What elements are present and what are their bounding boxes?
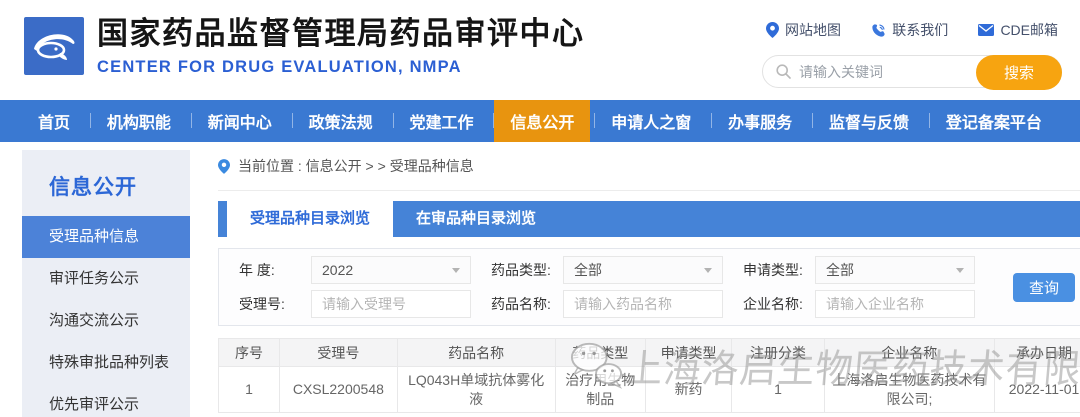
drug-type-select-value: 全部 <box>574 260 602 280</box>
column-header-no: 序号 <box>219 339 280 367</box>
phone-icon <box>871 23 886 38</box>
drug-type-label: 药品类型: <box>491 260 563 280</box>
results-table: 序号 受理号 药品名称 药品类型 申请类型 注册分类 企业名称 承办日期 1 C… <box>218 338 1080 413</box>
filter-rows: 年 度: 2022 药品类型: <box>239 256 995 318</box>
sidebar-item-special-approval[interactable]: 特殊审批品种列表 <box>22 342 190 384</box>
company-name-filter: 企业名称: <box>743 290 975 318</box>
search-input[interactable] <box>799 64 964 80</box>
chevron-down-icon <box>956 268 964 273</box>
drug-type-select[interactable]: 全部 <box>563 256 723 284</box>
chevron-down-icon <box>704 268 712 273</box>
brand: 国家药品监督管理局药品审评中心 CENTER FOR DRUG EVALUATI… <box>24 0 585 100</box>
cell-drug-name: LQ043H单域抗体雾化液 <box>397 367 555 413</box>
company-name-input[interactable] <box>815 290 975 318</box>
fish-swirl-icon <box>29 23 79 69</box>
drug-name-label: 药品名称: <box>491 294 563 314</box>
cde-page: 国家药品监督管理局药品审评中心 CENTER FOR DRUG EVALUATI… <box>0 0 1080 417</box>
filter-row-2: 受理号: 药品名称: 企业名称: <box>239 290 995 318</box>
sidebar-item-accepted-varieties[interactable]: 受理品种信息 <box>22 216 190 258</box>
year-select-value: 2022 <box>322 262 353 278</box>
quick-link-label: 联系我们 <box>892 20 948 40</box>
nav-item-services[interactable]: 办事服务 <box>712 100 808 142</box>
content: 信息公开 受理品种信息 审评任务公示 沟通交流公示 特殊审批品种列表 优先审评公… <box>0 142 1080 417</box>
brand-text: 国家药品监督管理局药品审评中心 CENTER FOR DRUG EVALUATI… <box>97 17 585 77</box>
search-button[interactable]: 搜索 <box>976 55 1062 90</box>
sidebar-title: 信息公开 <box>22 150 190 216</box>
acceptance-no-filter: 受理号: <box>239 290 471 318</box>
column-header-drug-type: 药品类型 <box>555 339 645 367</box>
sidebar-item-priority-review[interactable]: 优先审评公示 <box>22 384 190 417</box>
nav-item-party[interactable]: 党建工作 <box>394 100 490 142</box>
acceptance-no-input[interactable] <box>311 290 471 318</box>
nav-item-policies[interactable]: 政策法规 <box>293 100 389 142</box>
year-filter: 年 度: 2022 <box>239 256 471 284</box>
main-panel: 当前位置 : 信息公开 > > 受理品种信息 受理品种目录浏览 在审品种目录浏览… <box>190 142 1080 417</box>
cell-company: 上海洛启生物医药技术有限公司; <box>824 367 994 413</box>
cde-logo <box>24 17 84 75</box>
cell-apply-type: 新药 <box>645 367 731 413</box>
mail-icon <box>978 24 994 36</box>
column-header-company: 企业名称 <box>824 339 994 367</box>
apply-type-select-value: 全部 <box>826 260 854 280</box>
drug-name-filter: 药品名称: <box>491 290 723 318</box>
cell-acceptance-no: CXSL2200548 <box>279 367 397 413</box>
filter-panel: 年 度: 2022 药品类型: <box>218 248 1080 326</box>
cell-date: 2022-11-01 <box>995 367 1080 413</box>
tab-under-review-catalog[interactable]: 在审品种目录浏览 <box>393 201 559 237</box>
table-row: 1 CXSL2200548 LQ043H单域抗体雾化液 治疗用生物制品 新药 1… <box>219 367 1080 413</box>
quick-links: 网站地图 联系我们 CDE邮箱 <box>762 20 1062 40</box>
filter-row-1: 年 度: 2022 药品类型: <box>239 256 995 284</box>
column-header-acceptance-no: 受理号 <box>279 339 397 367</box>
query-button[interactable]: 查询 <box>1013 273 1075 302</box>
column-header-date: 承办日期 <box>995 339 1080 367</box>
quick-link-label: 网站地图 <box>785 20 841 40</box>
table-header-row: 序号 受理号 药品名称 药品类型 申请类型 注册分类 企业名称 承办日期 <box>219 339 1080 367</box>
apply-type-label: 申请类型: <box>743 260 815 280</box>
cell-reg-class: 1 <box>732 367 825 413</box>
breadcrumb-text: 当前位置 : 信息公开 > > 受理品种信息 <box>238 156 474 176</box>
sitemap-link[interactable]: 网站地图 <box>766 20 841 40</box>
nav-item-applicant-window[interactable]: 申请人之窗 <box>595 100 707 142</box>
sidebar-item-review-tasks[interactable]: 审评任务公示 <box>22 258 190 300</box>
year-select[interactable]: 2022 <box>311 256 471 284</box>
nav-item-supervision[interactable]: 监督与反馈 <box>813 100 925 142</box>
site-header: 国家药品监督管理局药品审评中心 CENTER FOR DRUG EVALUATI… <box>0 0 1080 100</box>
column-header-drug-name: 药品名称 <box>397 339 555 367</box>
drug-name-input[interactable] <box>563 290 723 318</box>
site-title: 国家药品监督管理局药品审评中心 <box>97 17 585 51</box>
search-bar: 搜索 <box>762 55 1062 88</box>
column-header-apply-type: 申请类型 <box>645 339 731 367</box>
site-subtitle: CENTER FOR DRUG EVALUATION, NMPA <box>97 58 585 77</box>
year-label: 年 度: <box>239 260 311 280</box>
company-name-label: 企业名称: <box>743 294 815 314</box>
tab-accepted-catalog[interactable]: 受理品种目录浏览 <box>227 201 393 237</box>
header-right: 网站地图 联系我们 CDE邮箱 <box>762 0 1062 100</box>
main-nav: 首页 机构职能 新闻中心 政策法规 党建工作 信息公开 申请人之窗 办事服务 监… <box>0 100 1080 142</box>
sidebar: 信息公开 受理品种信息 审评任务公示 沟通交流公示 特殊审批品种列表 优先审评公… <box>22 150 190 417</box>
nav-item-functions[interactable]: 机构职能 <box>91 100 187 142</box>
mailbox-link[interactable]: CDE邮箱 <box>978 20 1058 40</box>
apply-type-select[interactable]: 全部 <box>815 256 975 284</box>
breadcrumb: 当前位置 : 信息公开 > > 受理品种信息 <box>218 142 1080 191</box>
nav-item-news[interactable]: 新闻中心 <box>192 100 288 142</box>
chevron-down-icon <box>452 268 460 273</box>
nav-item-registration-platform[interactable]: 登记备案平台 <box>930 100 1058 142</box>
tab-bar: 受理品种目录浏览 在审品种目录浏览 <box>218 201 1080 237</box>
nav-item-home[interactable]: 首页 <box>22 100 86 142</box>
contact-link[interactable]: 联系我们 <box>871 20 948 40</box>
sidebar-item-communication[interactable]: 沟通交流公示 <box>22 300 190 342</box>
quick-link-label: CDE邮箱 <box>1000 20 1058 40</box>
search-icon <box>776 64 791 79</box>
cell-drug-type: 治疗用生物制品 <box>555 367 645 413</box>
column-header-reg-class: 注册分类 <box>732 339 825 367</box>
location-pin-icon <box>218 159 230 174</box>
apply-type-filter: 申请类型: 全部 <box>743 256 975 284</box>
map-pin-icon <box>766 22 779 38</box>
acceptance-no-label: 受理号: <box>239 294 311 314</box>
cell-no: 1 <box>219 367 280 413</box>
drug-type-filter: 药品类型: 全部 <box>491 256 723 284</box>
nav-item-info-disclosure[interactable]: 信息公开 <box>494 100 590 142</box>
